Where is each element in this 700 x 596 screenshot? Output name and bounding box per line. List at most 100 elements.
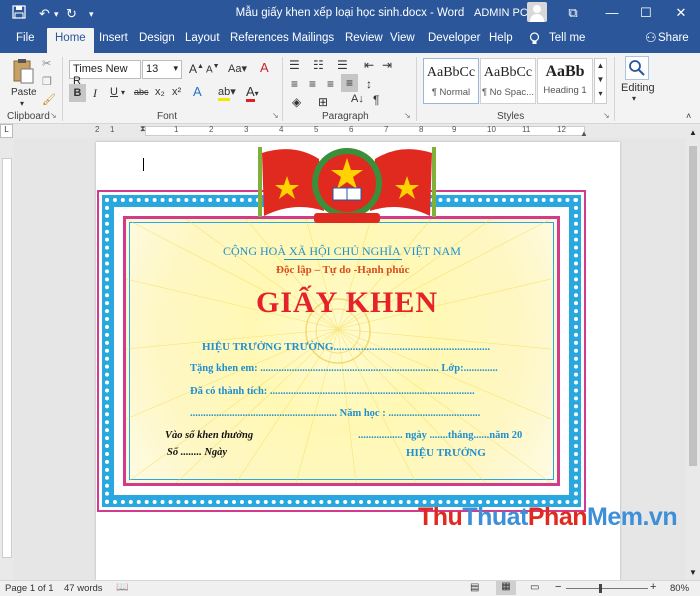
cut-icon[interactable]: ✂ xyxy=(42,57,51,70)
tab-view[interactable]: View xyxy=(390,32,415,44)
align-center-icon[interactable]: ≡ xyxy=(309,77,316,91)
italic-button[interactable]: I xyxy=(93,86,97,101)
font-color-icon[interactable]: A▾ xyxy=(246,84,259,102)
justify-icon[interactable]: ≡ xyxy=(341,74,358,92)
zoom-out-icon[interactable]: − xyxy=(555,581,561,593)
scroll-up-icon[interactable]: ▲ xyxy=(689,128,697,137)
font-launcher-icon[interactable]: ↘ xyxy=(272,111,279,120)
avatar[interactable] xyxy=(527,2,547,22)
editing-button[interactable]: Editing xyxy=(621,82,655,94)
style-name: Heading 1 xyxy=(543,85,587,96)
web-layout-icon[interactable]: ▭ xyxy=(530,582,539,593)
grow-font-icon[interactable]: A▲ xyxy=(189,62,204,76)
clipboard-group-label: Clipboard xyxy=(7,111,50,122)
zoom-slider[interactable] xyxy=(566,588,648,589)
word-count[interactable]: 47 words xyxy=(64,583,103,594)
decrease-indent-icon[interactable]: ⇤ xyxy=(364,58,374,72)
tab-mailings[interactable]: Mailings xyxy=(292,32,334,44)
close-button[interactable]: ✕ xyxy=(668,3,694,23)
ruler-number: 1 xyxy=(174,125,179,134)
font-size-box[interactable]: 13 ▾ xyxy=(142,60,182,79)
divider xyxy=(614,57,615,121)
tab-references[interactable]: References xyxy=(230,32,289,44)
tab-developer[interactable]: Developer xyxy=(428,32,480,44)
paste-dropdown-icon[interactable]: ▾ xyxy=(20,99,24,108)
bold-button[interactable]: B xyxy=(69,84,86,102)
borders-icon[interactable]: ⊞ xyxy=(318,95,328,109)
highlight-icon[interactable]: ab▾ xyxy=(218,85,236,101)
zoom-slider-thumb[interactable] xyxy=(599,584,602,593)
share-icon[interactable]: ⚇ xyxy=(645,30,657,46)
clipboard-launcher-icon[interactable]: ↘ xyxy=(50,111,57,120)
right-indent-marker-icon[interactable]: ▲ xyxy=(580,129,588,138)
tab-selector-icon[interactable]: L xyxy=(0,124,13,138)
divider xyxy=(282,57,283,121)
bullets-icon[interactable]: ☰ xyxy=(289,58,300,72)
account-name[interactable]: ADMIN PC xyxy=(474,7,528,19)
copy-icon[interactable]: ❐ xyxy=(42,75,52,88)
tab-help[interactable]: Help xyxy=(489,32,513,44)
vertical-scrollbar[interactable]: ▲ ▼ xyxy=(686,124,700,580)
zoom-in-icon[interactable]: + xyxy=(650,581,656,593)
tab-home[interactable]: Home xyxy=(47,28,94,53)
align-left-icon[interactable]: ≡ xyxy=(291,77,298,91)
paragraph-launcher-icon[interactable]: ↘ xyxy=(404,111,411,120)
vertical-ruler[interactable] xyxy=(0,138,14,580)
sort-icon[interactable]: A↓ xyxy=(351,93,364,105)
proofing-icon[interactable]: 📖 xyxy=(116,582,128,593)
certificate-number-label: Số ........ Ngày xyxy=(167,447,228,458)
paste-button[interactable]: Paste xyxy=(11,87,37,98)
grow-font-letter: A xyxy=(189,62,198,76)
divider xyxy=(416,57,417,121)
styles-gallery-scroll[interactable]: ▲ ▼ ▾ xyxy=(594,58,607,104)
page-count[interactable]: Page 1 of 1 xyxy=(5,583,54,594)
styles-launcher-icon[interactable]: ↘ xyxy=(603,111,610,120)
superscript-button[interactable]: x² xyxy=(172,86,181,98)
minimize-button[interactable]: — xyxy=(599,3,625,23)
scroll-down-icon[interactable]: ▼ xyxy=(689,568,697,577)
format-painter-icon[interactable]: 🖌 xyxy=(42,93,56,106)
font-name-box[interactable]: Times New R xyxy=(69,60,141,87)
read-mode-icon[interactable]: ▤ xyxy=(470,582,479,593)
line-spacing-icon[interactable]: ↕ xyxy=(366,77,372,91)
underline-button[interactable]: U xyxy=(110,86,118,98)
paste-icon[interactable] xyxy=(10,57,36,87)
text-effects-icon[interactable]: A xyxy=(193,84,202,99)
style-preview: AaBbCc xyxy=(483,65,533,80)
tab-design[interactable]: Design xyxy=(139,32,175,44)
print-layout-icon[interactable]: ▦ xyxy=(496,581,516,595)
certificate-line-school-year: ........................................… xyxy=(190,408,481,419)
subscript-button[interactable]: x₂ xyxy=(155,86,165,98)
numbering-icon[interactable]: ☷ xyxy=(313,58,324,72)
style-heading-1[interactable]: AaBb Heading 1 xyxy=(537,58,593,104)
shrink-font-icon[interactable]: A▼ xyxy=(206,63,220,75)
maximize-button[interactable]: ☐ xyxy=(633,3,659,23)
underline-dropdown-icon[interactable]: ▾ xyxy=(121,88,125,97)
zoom-level[interactable]: 80% xyxy=(670,583,689,594)
indent-marker-icon[interactable]: ⧗ xyxy=(140,124,146,134)
ribbon-display-icon[interactable]: ⧉ xyxy=(560,3,586,23)
collapse-ribbon-icon[interactable]: ˄ xyxy=(686,111,691,121)
strikethrough-button[interactable]: abc xyxy=(134,87,149,97)
shading-icon[interactable]: ◈ xyxy=(292,95,301,109)
style-no-spacing[interactable]: AaBbCc ¶ No Spac... xyxy=(480,58,536,104)
clear-formatting-icon[interactable]: A xyxy=(260,60,269,75)
multilevel-list-icon[interactable]: ☰ xyxy=(337,58,348,72)
increase-indent-icon[interactable]: ⇥ xyxy=(382,58,392,72)
share-button[interactable]: Share xyxy=(658,32,689,44)
scrollbar-thumb[interactable] xyxy=(689,146,697,466)
ribbon-tabs: File Home Insert Design Layout Reference… xyxy=(0,27,700,53)
show-formatting-icon[interactable]: ¶ xyxy=(373,93,379,107)
editing-dropdown-icon[interactable]: ▾ xyxy=(632,94,636,103)
align-right-icon[interactable]: ≡ xyxy=(327,77,334,91)
ruler-track xyxy=(2,158,12,558)
tell-me-search[interactable]: Tell me xyxy=(549,32,585,44)
horizontal-ruler[interactable]: L 1 2 1 2 3 4 5 6 7 8 9 10 11 12 ⧗ ▲ xyxy=(0,124,700,138)
tab-review[interactable]: Review xyxy=(345,32,383,44)
tab-insert[interactable]: Insert xyxy=(99,32,128,44)
change-case-icon[interactable]: Aa▾ xyxy=(228,62,247,75)
search-icon[interactable] xyxy=(625,56,649,80)
tab-layout[interactable]: Layout xyxy=(185,32,220,44)
style-normal[interactable]: AaBbCc ¶ Normal xyxy=(423,58,479,104)
tab-file[interactable]: File xyxy=(16,32,35,44)
